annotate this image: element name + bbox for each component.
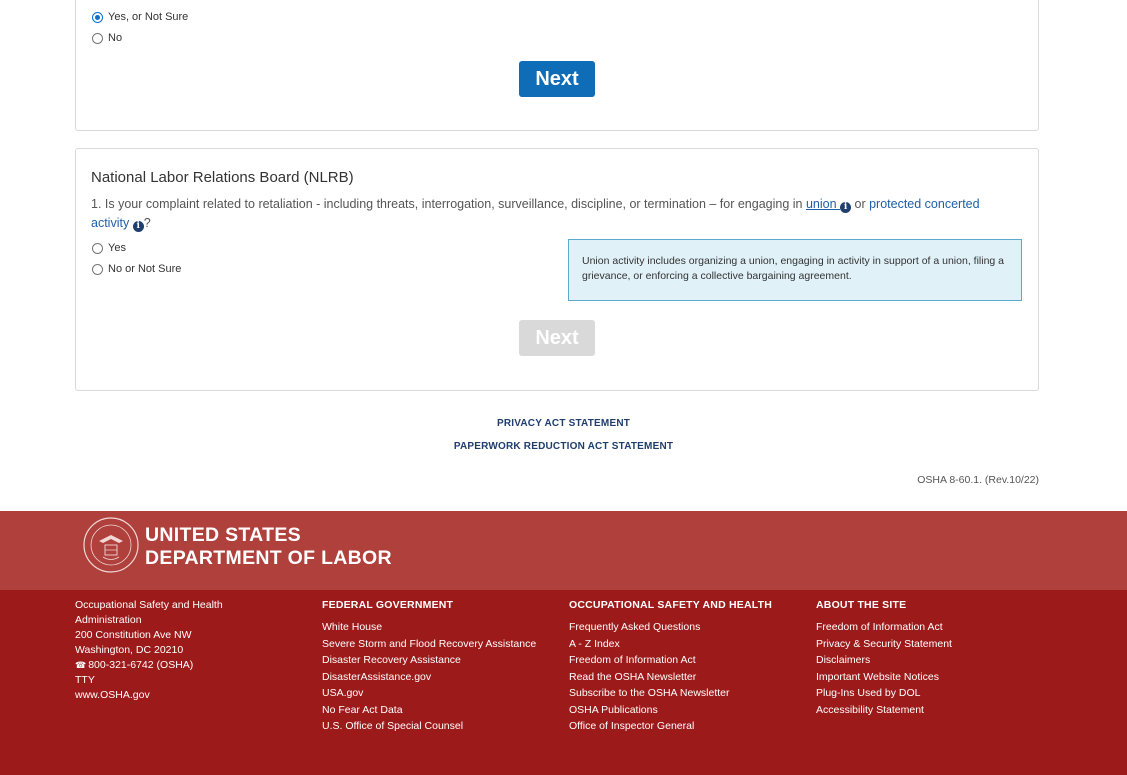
footer-link[interactable]: Disclaimers [816, 652, 1056, 669]
next-button[interactable]: Next [519, 61, 595, 97]
dol-name[interactable]: UNITED STATES DEPARTMENT OF LABOR [145, 524, 392, 570]
question-prefix: 1. Is your complaint related to retaliat… [91, 197, 806, 211]
phone-number: 800-321-6742 (OSHA) [88, 659, 194, 671]
section-title: National Labor Relations Board (NLRB) [91, 169, 354, 186]
footer-link[interactable]: White House [322, 619, 562, 636]
footer-link[interactable]: Severe Storm and Flood Recovery Assistan… [322, 636, 562, 653]
question-card-nlrb: National Labor Relations Board (NLRB) 1.… [75, 148, 1039, 391]
org-line-1: UNITED STATES [145, 524, 301, 546]
radio-label: Yes [108, 242, 126, 254]
radio-button[interactable] [92, 263, 103, 275]
org-line-2: DEPARTMENT OF LABOR [145, 547, 392, 569]
footer-link[interactable]: Read the OSHA Newsletter [569, 669, 809, 686]
question-card-1: Yes, or Not Sure No Next [75, 0, 1039, 131]
question-suffix: ? [143, 216, 151, 230]
footer-link[interactable]: Disaster Recovery Assistance [322, 652, 562, 669]
phone-line[interactable]: ☎ 800-321-6742 (OSHA) [75, 658, 285, 673]
phone-icon: ☎ [75, 660, 87, 670]
union-activity-info-box: Union activity includes organizing a uni… [568, 239, 1022, 301]
radio-label: No [108, 32, 123, 44]
website-link[interactable]: www.OSHA.gov [75, 688, 285, 703]
address-line-2: Washington, DC 20210 [75, 644, 184, 656]
footer-link[interactable]: Subscribe to the OSHA Newsletter [569, 685, 809, 702]
footer-link[interactable]: Frequently Asked Questions [569, 619, 809, 636]
footer-contact: Occupational Safety and Health Administr… [75, 598, 285, 703]
privacy-act-statement-link[interactable]: PRIVACY ACT STATEMENT [0, 418, 1127, 429]
form-code: OSHA 8-60.1. (Rev.10/22) [917, 474, 1039, 486]
footer-osh: OCCUPATIONAL SAFETY AND HEALTH Frequentl… [569, 598, 809, 735]
footer-heading: ABOUT THE SITE [816, 599, 907, 611]
question-middle: or [851, 197, 870, 211]
footer-link[interactable]: No Fear Act Data [322, 702, 562, 719]
next-button-disabled[interactable]: Next [519, 320, 595, 356]
info-icon[interactable]: i [840, 202, 852, 213]
footer-heading: OCCUPATIONAL SAFETY AND HEALTH [569, 599, 772, 611]
radio-button[interactable] [92, 242, 103, 254]
radio-label: Yes, or Not Sure [108, 11, 189, 23]
footer-link[interactable]: Freedom of Information Act [569, 652, 809, 669]
question-text: 1. Is your complaint related to retaliat… [91, 195, 991, 233]
paperwork-reduction-act-statement-link[interactable]: PAPERWORK REDUCTION ACT STATEMENT [0, 441, 1127, 452]
radio-option-yes[interactable]: Yes [92, 242, 126, 254]
footer-federal-government: FEDERAL GOVERNMENT White House Severe St… [322, 598, 562, 735]
footer-about-site: ABOUT THE SITE Freedom of Information Ac… [816, 598, 1056, 718]
footer-link[interactable]: DisasterAssistance.gov [322, 669, 562, 686]
footer-link[interactable]: Office of Inspector General [569, 718, 809, 735]
footer-link[interactable]: U.S. Office of Special Counsel [322, 718, 562, 735]
footer-link[interactable]: USA.gov [322, 685, 562, 702]
union-link[interactable]: union [806, 197, 840, 211]
dol-seal-icon[interactable] [83, 517, 139, 573]
radio-option-yes-or-not-sure[interactable]: Yes, or Not Sure [92, 11, 188, 23]
radio-label: No or Not Sure [108, 263, 182, 275]
footer-link[interactable]: A - Z Index [569, 636, 809, 653]
address-line-1: 200 Constitution Ave NW [75, 629, 192, 641]
radio-button[interactable] [92, 32, 103, 44]
radio-button[interactable] [92, 11, 103, 23]
footer-link[interactable]: OSHA Publications [569, 702, 809, 719]
info-icon[interactable]: i [132, 221, 144, 232]
footer-link[interactable]: Plug-Ins Used by DOL [816, 685, 1056, 702]
tty-link[interactable]: TTY [75, 673, 285, 688]
footer-link[interactable]: Important Website Notices [816, 669, 1056, 686]
footer-heading: FEDERAL GOVERNMENT [322, 599, 454, 611]
footer-link[interactable]: Freedom of Information Act [816, 619, 1056, 636]
radio-option-no[interactable]: No [92, 32, 122, 44]
radio-option-no-or-not-sure[interactable]: No or Not Sure [92, 263, 181, 275]
footer-link[interactable]: Accessibility Statement [816, 702, 1056, 719]
footer-link[interactable]: Privacy & Security Statement [816, 636, 1056, 653]
agency-name: Occupational Safety and Health Administr… [75, 599, 223, 626]
